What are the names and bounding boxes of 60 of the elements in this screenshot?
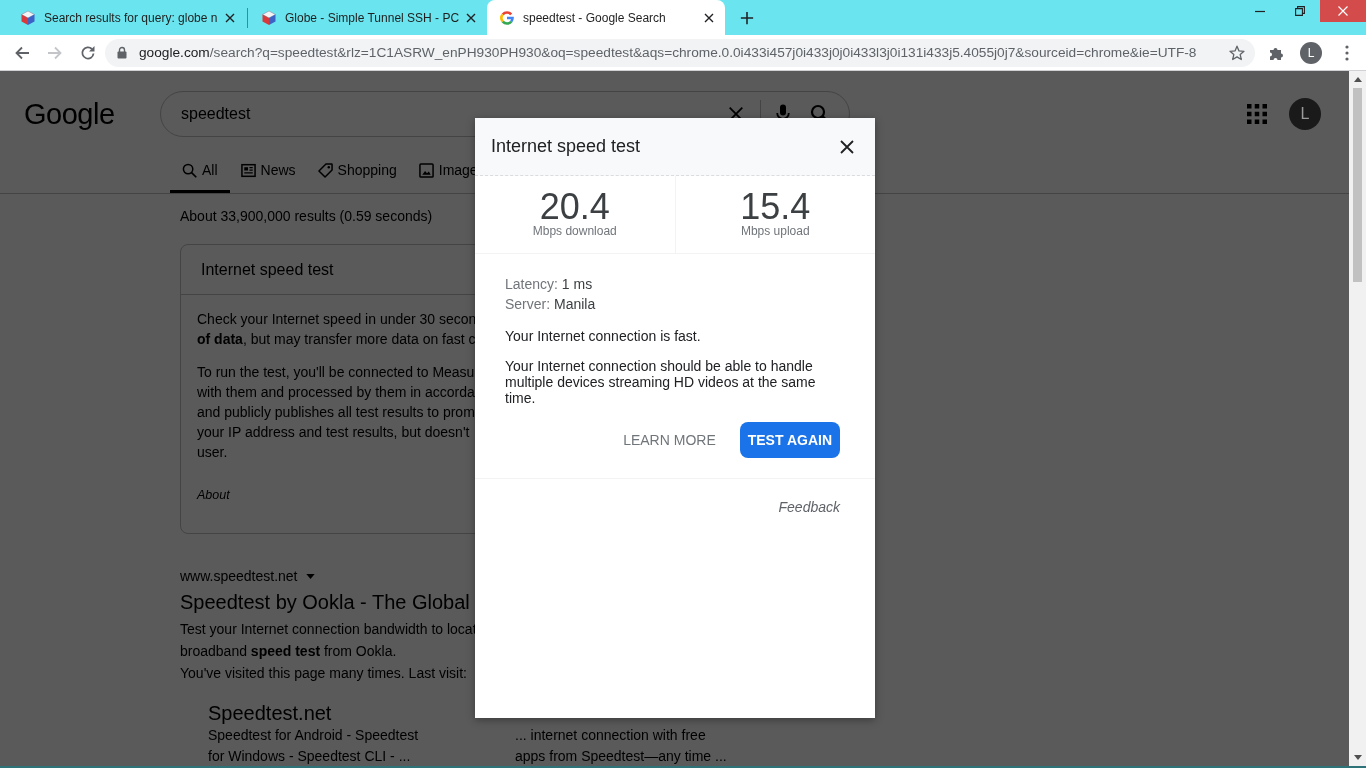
browser-tab[interactable]: Search results for query: globe n [8,0,246,35]
reload-icon[interactable] [79,44,96,61]
profile-avatar[interactable]: L [1300,41,1322,64]
close-icon[interactable] [225,12,235,23]
google-logo[interactable]: Google [24,96,116,132]
scroll-up-icon[interactable] [1353,77,1362,82]
cube-icon [261,9,277,26]
speed-value: 15.4 [740,189,811,225]
result-url[interactable]: www.speedtest.net [180,565,298,587]
search-tab[interactable]: News [229,158,307,193]
scrollbar-thumb[interactable] [1353,88,1362,282]
result-stats: About 33,900,000 results (0.59 seconds) [180,207,433,226]
verdict-text: Your Internet connection is fast. [505,327,701,346]
detail-line: Latency: 1 ms [505,275,593,294]
close-icon[interactable] [840,139,854,154]
close-icon [1338,6,1348,16]
sitelink-snippet: ... internet connection with free apps from Speedtest—any time ... [515,726,727,766]
lock-icon[interactable] [117,46,127,59]
image-icon [418,162,434,178]
profile-avatar[interactable]: L [1289,98,1321,130]
card-title: Internet speed test [201,260,334,279]
close-icon[interactable] [466,12,476,23]
scrollbar[interactable] [1349,71,1366,766]
card-paragraph: Check your Internet speed in under 30 secon of data, but may transfer more data on fast c [197,310,477,349]
restore-icon[interactable] [1295,6,1305,16]
dialog-title: Internet speed test [491,136,642,157]
detail-line: Server: Manila [505,295,596,314]
test-again-button[interactable]: TEST AGAIN [739,422,840,458]
feedback-link[interactable]: Feedback [778,497,840,517]
sitelink-snippet: Speedtest for Android - Speedtest for Windows - Speedtest CLI - ... [208,726,419,766]
browser-tab[interactable]: Globe - Simple Tunnel SSH - PC [249,0,487,35]
newspaper-icon [240,162,256,178]
search-tab[interactable]: All [170,158,230,193]
caret-icon[interactable] [305,573,315,579]
scroll-down-icon[interactable] [1353,755,1362,760]
cube-icon [20,9,36,26]
search-tab[interactable]: Image [407,158,489,193]
speed-value: 20.4 [539,189,610,225]
browser-tab[interactable]: speedtest - Google Search [487,0,725,35]
address-bar[interactable]: google.com/search?q=speedtest&rlz=1C1ASRW_enPH930PH930&oq=speedtest&aqs=chrome.0.0i433i457j0i433j0j0i433l3j0i131i433j5.4055j0j7&sourceid=chrome&ie=UTF-8 [105,38,1255,67]
back-arrow-icon[interactable] [13,44,30,61]
google-g-icon [499,9,515,26]
tag-icon [317,162,333,178]
result-title-link[interactable]: Speedtest by Ookla - The Global [180,589,470,615]
more-menu-icon[interactable] [1345,44,1349,61]
close-icon[interactable] [704,12,714,23]
description-text: Your Internet connection should be able to handle multiple devices streaming HD videos at the same time. [505,358,817,406]
speed-unit-label: Mbps upload [740,225,810,238]
search-tab[interactable]: Shopping [306,158,408,193]
apps-grid-icon[interactable] [1247,104,1267,124]
result-snippet: Test your Internet connection bandwidth to locat broadband speed test from Ookla. [180,620,477,661]
card-paragraph: To run the test, you'll be connected to Measu with them and processed by them in accorda and publicly publishes all test results to prom your IP address and test results, but doesn't user. [197,363,475,462]
star-icon[interactable] [1229,44,1245,61]
visited-note: You've visited this page many times. Last visit: [180,664,467,683]
speed-unit-label: Mbps download [532,225,617,238]
plus-icon[interactable] [740,10,754,25]
search-icon [182,162,197,178]
sitelink-title[interactable]: Speedtest.net [208,701,332,725]
about-link[interactable]: About [197,485,230,505]
learn-more-link[interactable]: LEARN MORE [623,432,716,448]
